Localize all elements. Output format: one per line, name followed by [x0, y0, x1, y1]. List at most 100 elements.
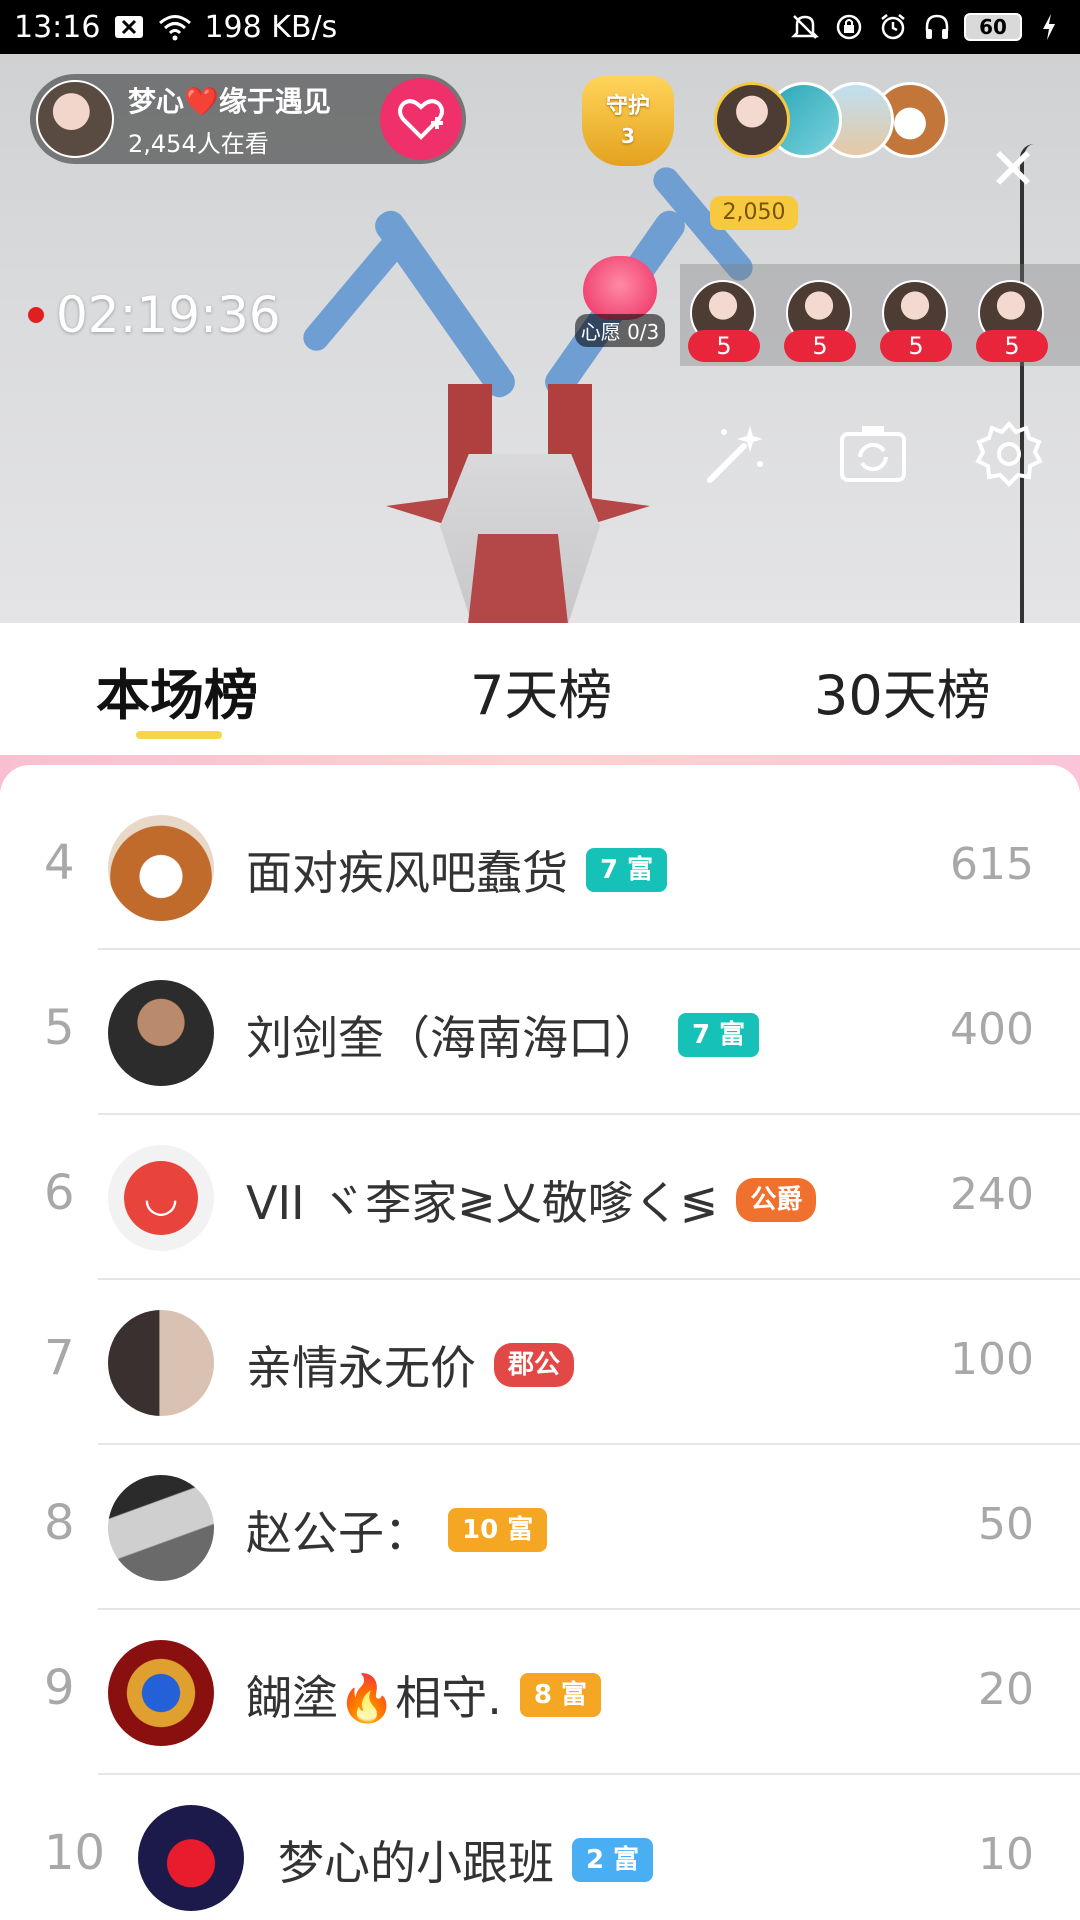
- emblem-avatar[interactable]: [108, 1640, 214, 1746]
- level-badge: 8 富: [519, 1673, 602, 1717]
- rank-number: 5: [44, 1000, 75, 1056]
- weibo-logo-icon: ◡: [124, 1161, 198, 1235]
- mute-icon: [788, 12, 822, 42]
- network-speed: 198 KB/s: [204, 9, 338, 45]
- flip-camera-icon: [840, 426, 906, 482]
- rank-number: 8: [44, 1495, 75, 1551]
- guard-badge[interactable]: 守护 3: [582, 76, 674, 166]
- user-name: 刘剑奎（海南海口）: [246, 1011, 660, 1065]
- ranking-row[interactable]: 4 面对疾风吧蠢货 7 富 615: [0, 785, 1080, 950]
- contribution-score: 100: [950, 1334, 1034, 1385]
- wish-widget[interactable]: 心愿 0/3: [570, 256, 670, 347]
- title-badge: 公爵: [736, 1178, 817, 1222]
- antler-decoration: [298, 232, 408, 356]
- user-name: VII ヾ李家≷乂敬嗲く≶: [246, 1176, 719, 1230]
- rank-number: 7: [44, 1330, 75, 1386]
- close-button[interactable]: ✕: [988, 140, 1038, 198]
- wish-tile-count: 5: [688, 330, 760, 362]
- headphones-icon: [920, 12, 954, 42]
- tab-current-session[interactable]: 本场榜: [96, 651, 258, 730]
- ranking-tabs: 本场榜 7天榜 30天榜: [0, 623, 1080, 755]
- live-video[interactable]: 梦心❤️缘于遇见 2,454人在看 守护 3 2,050 ✕ 02:19:36 …: [0, 54, 1080, 623]
- user-name: 亲情永无价: [246, 1341, 476, 1395]
- rank-number: 9: [44, 1660, 75, 1716]
- user-name-line: 面对疾风吧蠢货 7 富: [246, 837, 668, 903]
- status-time: 13:16: [14, 9, 101, 45]
- contribution-score: 50: [978, 1499, 1034, 1550]
- timer-value: 02:19:36: [56, 286, 281, 344]
- contribution-score: 10: [978, 1829, 1034, 1880]
- tab-7-days[interactable]: 7天榜: [470, 651, 612, 730]
- level-badge: 7 富: [586, 848, 668, 892]
- user-name: 面对疾风吧蠢货: [246, 846, 568, 900]
- level-badge: 7 富: [678, 1013, 760, 1057]
- wish-tile[interactable]: 5: [976, 280, 1048, 362]
- wish-tile-count: 5: [976, 330, 1048, 362]
- user-name-line: 亲情永无价 郡公: [246, 1332, 575, 1398]
- wifi-icon: [158, 12, 192, 42]
- contribution-score: 400: [950, 1004, 1034, 1055]
- guard-label: 守护: [605, 94, 650, 119]
- guard-count: 3: [621, 124, 635, 148]
- follow-button[interactable]: [380, 78, 462, 160]
- rank-number: 4: [44, 835, 75, 891]
- ranking-row[interactable]: 10 梦心的小跟班 2 富 10: [0, 1775, 1080, 1920]
- wish-tile-count: 5: [880, 330, 952, 362]
- deer-decoration: [468, 534, 568, 623]
- ranking-row[interactable]: 8 赵公子： 10 富 50: [0, 1445, 1080, 1610]
- ranking-row[interactable]: 7 亲情永无价 郡公 100: [0, 1280, 1080, 1445]
- fan-avatar[interactable]: [714, 82, 790, 158]
- host-info: 梦心❤️缘于遇见 2,454人在看: [128, 80, 331, 159]
- level-badge: 2 富: [572, 1838, 654, 1882]
- heart-avatar[interactable]: [138, 1805, 244, 1911]
- tab-30-days[interactable]: 30天榜: [814, 651, 991, 730]
- fan-count: 2,050: [710, 196, 798, 230]
- weibo-avatar[interactable]: ◡: [108, 1145, 214, 1251]
- title-badge: 郡公: [494, 1343, 575, 1387]
- user-name-line: 赵公子： 10 富: [246, 1497, 548, 1563]
- contribution-score: 240: [950, 1169, 1034, 1220]
- level-badge: 10 富: [448, 1508, 548, 1552]
- room-avatar[interactable]: [108, 1475, 214, 1581]
- close-icon: ✕: [988, 135, 1038, 203]
- charging-icon: [1032, 12, 1066, 42]
- lock-rotate-icon: [832, 12, 866, 42]
- fan-avatars[interactable]: [714, 82, 954, 162]
- antler-decoration: [369, 205, 521, 403]
- wish-tile[interactable]: 5: [688, 280, 760, 362]
- wish-heart-icon: [583, 256, 657, 320]
- ranking-list: 4 面对疾风吧蠢货 7 富 615 5 刘剑奎（海南海口） 7 富 400 6 …: [0, 765, 1080, 1920]
- host-card[interactable]: 梦心❤️缘于遇见 2,454人在看: [30, 74, 466, 164]
- live-timer: 02:19:36: [28, 286, 281, 344]
- user-name-line: VII ヾ李家≷乂敬嗲く≶ 公爵: [246, 1167, 817, 1233]
- ranking-row[interactable]: 6 ◡ VII ヾ李家≷乂敬嗲く≶ 公爵 240: [0, 1115, 1080, 1280]
- host-avatar[interactable]: [36, 80, 114, 158]
- settings-button[interactable]: [974, 420, 1044, 490]
- notification-close-icon: [112, 12, 146, 42]
- wish-tile-count: 5: [784, 330, 856, 362]
- man-avatar[interactable]: [108, 980, 214, 1086]
- magic-wand-button[interactable]: [700, 420, 770, 490]
- puppy-avatar[interactable]: [108, 815, 214, 921]
- recording-dot-icon: [28, 307, 44, 323]
- user-name-line: 梦心的小跟班 2 富: [278, 1827, 654, 1893]
- user-name-line: 餬塗🔥相守. 8 富: [246, 1662, 602, 1728]
- wish-tile[interactable]: 5: [880, 280, 952, 362]
- contribution-score: 615: [950, 839, 1034, 890]
- flip-camera-button[interactable]: [838, 420, 908, 490]
- gear-icon: [975, 420, 1043, 487]
- couple-avatar[interactable]: [108, 1310, 214, 1416]
- wish-label: 心愿 0/3: [574, 314, 666, 347]
- active-tab-indicator: [136, 731, 222, 739]
- user-name: 餬塗🔥相守.: [246, 1671, 502, 1725]
- contribution-score: 20: [978, 1664, 1034, 1715]
- wish-tile[interactable]: 5: [784, 280, 856, 362]
- user-name: 梦心的小跟班: [278, 1836, 554, 1890]
- ranking-row[interactable]: 5 刘剑奎（海南海口） 7 富 400: [0, 950, 1080, 1115]
- user-name-line: 刘剑奎（海南海口） 7 富: [246, 1002, 760, 1068]
- status-bar: 13:16 198 KB/s 60: [0, 0, 1080, 54]
- rank-number: 10: [44, 1825, 106, 1881]
- viewer-count: 2,454人在看: [128, 129, 269, 158]
- heart-plus-icon: [398, 99, 444, 140]
- ranking-row[interactable]: 9 餬塗🔥相守. 8 富 20: [0, 1610, 1080, 1775]
